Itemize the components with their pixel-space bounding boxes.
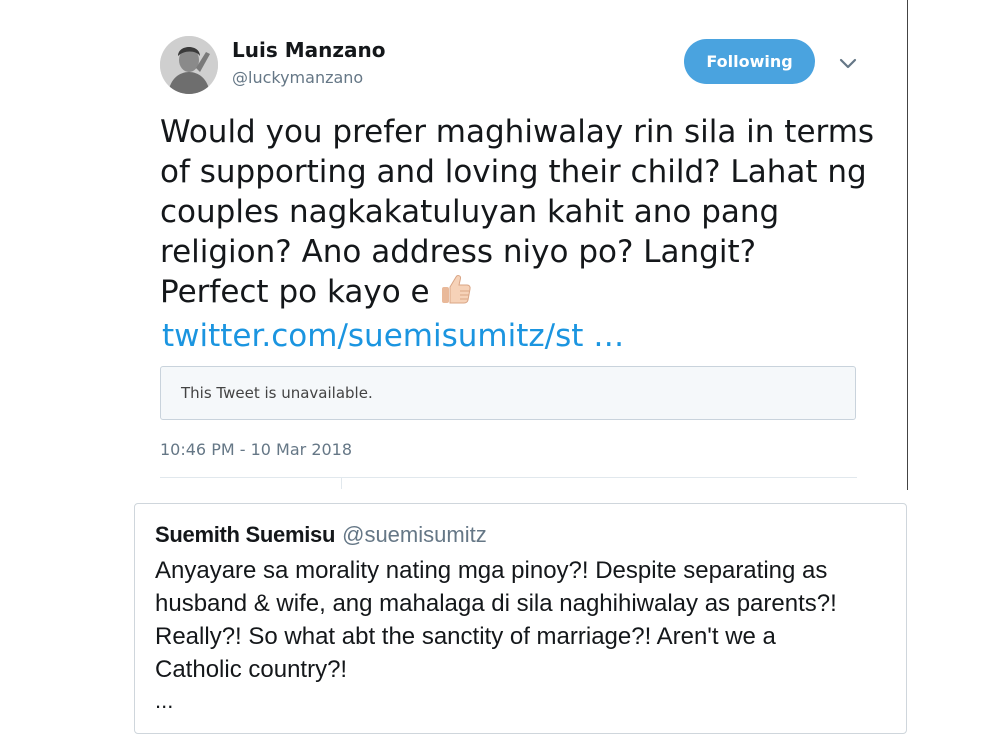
thumbs-up-icon xyxy=(439,272,473,316)
tweet-text-line-last: Perfect po kayo e xyxy=(160,272,900,316)
tweet-timestamp[interactable]: 10:46 PM - 10 Mar 2018 xyxy=(160,440,352,459)
following-button[interactable]: Following xyxy=(684,39,815,84)
tweet-text-line: Would you prefer maghiwalay rin sila in … xyxy=(160,114,875,150)
chevron-down-icon[interactable] xyxy=(838,54,858,74)
tweet-text-line: Perfect po kayo e xyxy=(160,274,430,310)
quoted-tweet-card[interactable]: Suemith Suemisu @suemisumitz Anyayare sa… xyxy=(134,503,907,734)
quote-unavailable-box: This Tweet is unavailable. xyxy=(160,366,856,420)
quoted-text-line: Catholic country?! xyxy=(155,656,348,683)
divider xyxy=(341,477,342,489)
quoted-text-line: husband & wife, ang mahalaga di sila nag… xyxy=(155,590,837,617)
divider xyxy=(160,477,857,478)
author-handle[interactable]: @luckymanzano xyxy=(232,68,363,87)
tweet-text-line: couples nagkakatuluyan kahit ano pang xyxy=(160,194,780,230)
page-right-border xyxy=(907,0,908,490)
tweet-link[interactable]: twitter.com/suemisumitz/st … xyxy=(162,316,624,356)
quoted-text-ellipsis: ... xyxy=(155,688,174,713)
quoted-author-handle[interactable]: @suemisumitz xyxy=(342,522,487,547)
quoted-text-line: Really?! So what abt the sanctity of mar… xyxy=(155,623,776,650)
author-display-name[interactable]: Luis Manzano xyxy=(232,38,385,62)
tweet-text-line: of supporting and loving their child? La… xyxy=(160,154,867,190)
quoted-tweet-text: Anyayare sa morality nating mga pinoy?! … xyxy=(155,554,895,686)
avatar[interactable] xyxy=(160,36,218,94)
tweet-text-line: religion? Ano address niyo po? Langit? xyxy=(160,234,757,270)
quoted-text-line: Anyayare sa morality nating mga pinoy?! … xyxy=(155,557,828,584)
avatar-photo-icon xyxy=(160,36,218,94)
quoted-author-name[interactable]: Suemith Suemisu xyxy=(155,522,335,547)
quoted-tweet-header: Suemith Suemisu @suemisumitz xyxy=(155,522,487,548)
tweet-text: Would you prefer maghiwalay rin sila in … xyxy=(160,112,900,356)
tweet-link-line: twitter.com/suemisumitz/st … xyxy=(160,316,900,356)
